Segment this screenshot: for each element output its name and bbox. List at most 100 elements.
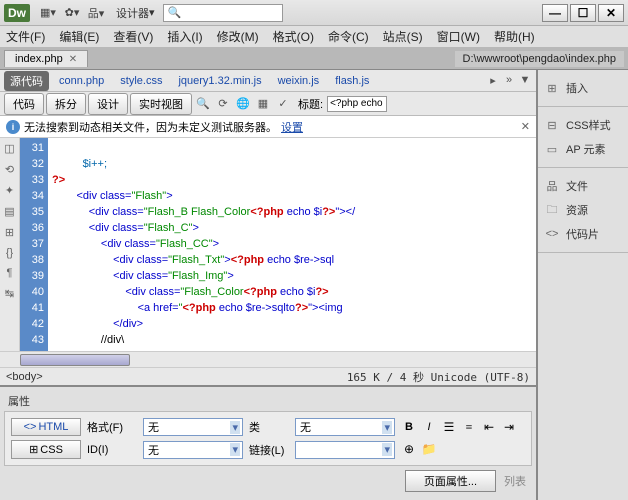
menu-site[interactable]: 站点(S) [383,28,423,45]
tool-icon[interactable]: ▤ [4,205,14,218]
prop-html-button[interactable]: <> HTML [11,418,81,436]
source-tab-active[interactable]: 源代码 [4,71,49,91]
files-icon: 品 [544,179,560,193]
tool-icon[interactable]: ⊞ [5,226,14,239]
layout-icon[interactable]: ▦▾ [39,4,57,22]
check-icon[interactable]: ✓ [274,95,292,113]
menu-insert[interactable]: 插入(I) [167,28,202,45]
code-toolbar: ◫ ⟲ ✦ ▤ ⊞ {} ¶ ↹ [0,138,20,351]
status-bar: <body> 165 K / 4 秒 Unicode (UTF-8) [0,367,536,385]
horizontal-scrollbar[interactable] [0,351,536,367]
tool-icon[interactable]: ¶ [7,267,13,279]
class-label: 类 [249,419,289,435]
panel-files[interactable]: 品文件 [542,174,624,198]
line-gutter: 313233 343536 373839 404142 43 [20,138,48,351]
assets-icon: 🗀 [544,203,560,217]
format-select[interactable]: 无 [143,418,243,436]
file-path: D:\wwwroot\pengdao\index.php [455,51,624,67]
code-area: ◫ ⟲ ✦ ▤ ⊞ {} ¶ ↹ 313233 343536 373839 40… [0,138,536,351]
layers-icon: ▭ [544,142,560,156]
nav-prev-icon[interactable]: ▸ [486,74,500,87]
link-target-icon[interactable]: ⊕ [401,442,417,458]
tab-close-icon[interactable]: ✕ [69,54,77,65]
insert-icon: ⊞ [544,81,560,95]
minimize-button[interactable]: — [542,4,568,22]
extend-icon[interactable]: ✿▾ [63,4,81,22]
right-panels: ⊞插入 ⊟CSS样式 ▭AP 元素 品文件 🗀资源 <>代码片 [538,70,628,500]
document-tabs: index.php ✕ D:\wwwroot\pengdao\index.php [0,48,628,70]
tool-icon[interactable]: ↹ [5,287,14,300]
filter-icon[interactable]: ▼ [518,74,532,87]
notice-bar: i 无法搜索到动态相关文件，因为未定义测试服务器。 设置 ✕ [0,116,536,138]
prop-css-button[interactable]: ⊞ CSS [11,440,81,459]
format-label: 格式(F) [87,419,137,435]
visual-aids-icon[interactable]: ▦ [254,95,272,113]
live-code-icon[interactable]: ⟳ [214,95,232,113]
view-design-button[interactable]: 设计 [88,93,128,115]
notice-close-icon[interactable]: ✕ [521,120,530,133]
tool-icon[interactable]: ⟲ [5,163,14,176]
tag-selector[interactable]: <body> [6,371,43,383]
properties-title: 属性 [4,391,532,411]
browse-icon[interactable]: 📁 [421,442,437,458]
menu-format[interactable]: 格式(O) [273,28,314,45]
source-tab[interactable]: conn.php [53,73,110,89]
search-input[interactable]: 🔍 [163,4,283,22]
id-select[interactable]: 无 [143,441,243,459]
link-select[interactable] [295,441,395,459]
inspect-icon[interactable]: 🔍 [194,95,212,113]
css-icon: ⊟ [544,118,560,132]
id-label: ID(I) [87,444,137,456]
notice-link[interactable]: 设置 [281,119,303,135]
title-bar: Dw ▦▾ ✿▾ 品▾ 设计器 ▾ 🔍 — ☐ ✕ [0,0,628,26]
info-icon: i [6,120,20,134]
list-items-label: 列表 [504,473,526,489]
outdent-button[interactable]: ⇤ [481,419,497,435]
close-button[interactable]: ✕ [598,4,624,22]
maximize-button[interactable]: ☐ [570,4,596,22]
menu-file[interactable]: 文件(F) [6,28,45,45]
nav-next-icon[interactable]: » [502,74,516,87]
code-editor[interactable]: $i++;?> <div class="Flash"> <div class="… [48,138,536,351]
italic-button[interactable]: I [421,419,437,435]
source-tab[interactable]: jquery1.32.min.js [172,73,267,89]
view-split-button[interactable]: 拆分 [46,93,86,115]
notice-text: 无法搜索到动态相关文件，因为未定义测试服务器。 [24,119,277,135]
page-properties-button[interactable]: 页面属性... [405,470,496,492]
menu-view[interactable]: 查看(V) [113,28,153,45]
browser-icon[interactable]: 🌐 [234,95,252,113]
link-label: 链接(L) [249,442,289,458]
tool-icon[interactable]: {} [6,247,13,259]
indent-button[interactable]: ⇥ [501,419,517,435]
menu-modify[interactable]: 修改(M) [217,28,259,45]
view-live-button[interactable]: 实时视图 [130,93,192,115]
file-tab[interactable]: index.php ✕ [4,50,88,67]
snippets-icon: <> [544,227,560,241]
ol-button[interactable]: ≡ [461,419,477,435]
source-tab[interactable]: style.css [114,73,168,89]
source-tab[interactable]: flash.js [329,73,375,89]
panel-ap[interactable]: ▭AP 元素 [542,137,624,161]
panel-insert[interactable]: ⊞插入 [542,76,624,100]
workspace-dropdown[interactable]: 设计器 ▾ [116,5,155,21]
menu-bar: 文件(F) 编辑(E) 查看(V) 插入(I) 修改(M) 格式(O) 命令(C… [0,26,628,48]
status-info: 165 K / 4 秒 Unicode (UTF-8) [347,369,530,385]
site-icon[interactable]: 品▾ [87,4,105,22]
panel-snippets[interactable]: <>代码片 [542,222,624,246]
source-tab[interactable]: weixin.js [272,73,326,89]
panel-assets[interactable]: 🗀资源 [542,198,624,222]
tool-icon[interactable]: ✦ [5,184,14,197]
menu-help[interactable]: 帮助(H) [494,28,535,45]
menu-edit[interactable]: 编辑(E) [59,28,99,45]
menu-commands[interactable]: 命令(C) [328,28,369,45]
title-input[interactable] [327,96,387,112]
bold-button[interactable]: B [401,419,417,435]
view-code-button[interactable]: 代码 [4,93,44,115]
ul-button[interactable]: ☰ [441,419,457,435]
tool-icon[interactable]: ◫ [4,142,14,155]
menu-window[interactable]: 窗口(W) [437,28,480,45]
panel-css[interactable]: ⊟CSS样式 [542,113,624,137]
class-select[interactable]: 无 [295,418,395,436]
file-tab-label: index.php [15,53,63,65]
scrollbar-thumb[interactable] [20,354,130,366]
